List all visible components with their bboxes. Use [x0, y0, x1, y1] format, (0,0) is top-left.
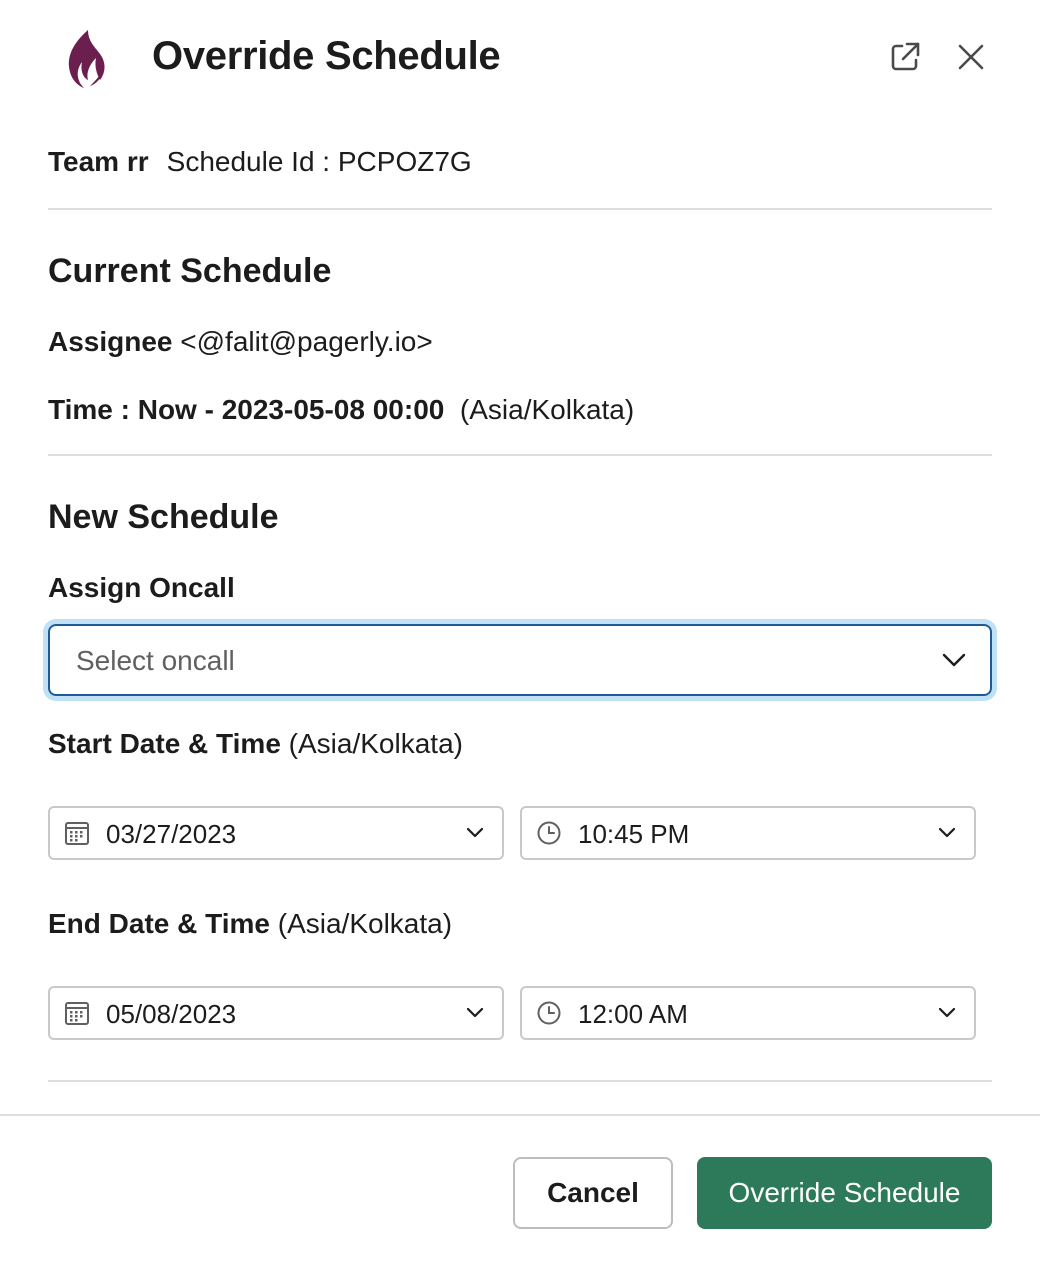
current-time: Time : Now - 2023-05-08 00:00 (Asia/Kolk… [48, 394, 634, 426]
override-schedule-modal: Override Schedule Team rr Schedule Id : P… [0, 0, 1040, 1270]
close-button[interactable] [952, 38, 990, 76]
current-assignee: Assignee <@falit@pagerly.io> [48, 326, 433, 358]
clock-icon [537, 1001, 561, 1025]
start-datetime-label: Start Date & Time (Asia/Kolkata) [48, 728, 463, 759]
calendar-icon [65, 1002, 89, 1025]
current-schedule-heading: Current Schedule [48, 252, 332, 290]
start-date-value: 03/27/2023 [106, 819, 237, 849]
time-label: Time : Now - 2023-05-08 00:00 [48, 394, 445, 425]
end-time-value: 12:00 AM [578, 999, 688, 1029]
modal-header: Override Schedule [0, 0, 1040, 118]
footer-divider [0, 1114, 1040, 1116]
assignee-value: <@falit@pagerly.io> [180, 326, 433, 357]
end-time-picker[interactable]: 12:00 AM [520, 986, 976, 1040]
start-time-picker[interactable]: 10:45 PM [520, 806, 976, 860]
end-date-value: 05/08/2023 [106, 999, 237, 1029]
oncall-select[interactable]: Select oncall [48, 624, 992, 696]
override-schedule-button[interactable]: Override Schedule [697, 1157, 992, 1229]
end-date-picker[interactable]: 05/08/2023 [48, 986, 504, 1040]
assign-oncall-label: Assign Oncall [48, 572, 235, 603]
divider [48, 454, 992, 456]
end-datetime-label: End Date & Time (Asia/Kolkata) [48, 908, 453, 939]
time-zone: (Asia/Kolkata) [459, 394, 635, 425]
chevron-down-icon [938, 1007, 956, 1018]
chevron-down-icon [466, 1007, 484, 1018]
schedule-id: Schedule Id : PCPOZ7G [166, 146, 472, 177]
team-name: Team rr [48, 146, 149, 177]
divider [48, 1080, 992, 1082]
external-link-icon [891, 42, 920, 71]
clock-icon [537, 821, 561, 845]
pagerly-flame-icon [62, 28, 108, 90]
new-schedule-heading: New Schedule [48, 498, 279, 536]
start-date-picker[interactable]: 03/27/2023 [48, 806, 504, 860]
chevron-down-icon [466, 827, 484, 838]
modal-title: Override Schedule [152, 34, 501, 78]
chevron-down-icon [942, 653, 966, 667]
cancel-button[interactable]: Cancel [513, 1157, 673, 1229]
oncall-select-placeholder: Select oncall [76, 645, 235, 676]
assignee-label: Assignee [48, 326, 173, 357]
schedule-meta: Team rr Schedule Id : PCPOZ7G [48, 146, 472, 178]
divider [48, 208, 992, 210]
start-time-value: 10:45 PM [578, 819, 690, 849]
chevron-down-icon [938, 827, 956, 838]
close-icon [958, 44, 984, 70]
calendar-icon [65, 822, 89, 845]
open-external-button[interactable] [886, 38, 924, 76]
